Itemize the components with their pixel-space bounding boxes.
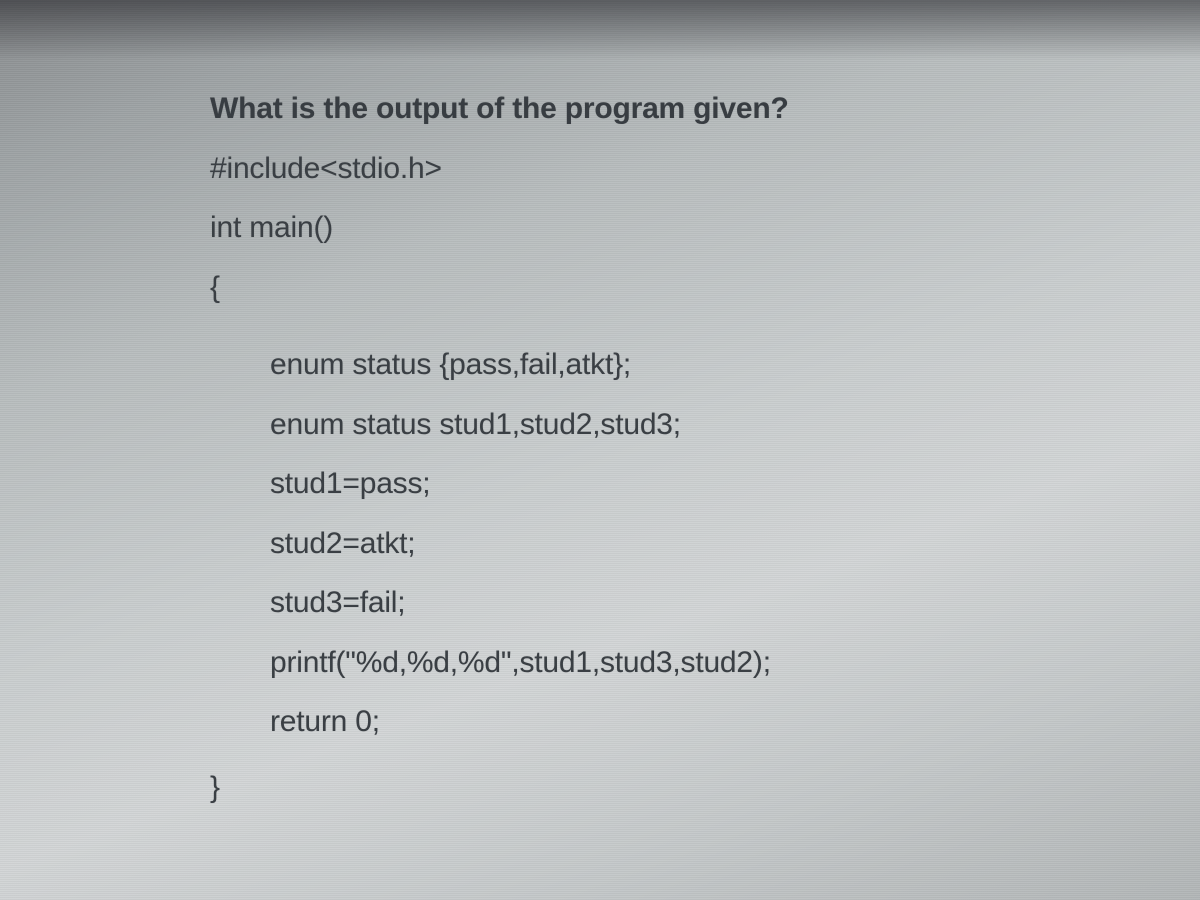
code-line-include: #include<stdio.h> [210, 150, 1200, 188]
code-line-printf: printf("%d,%d,%d",stud1,stud3,stud2); [210, 644, 1200, 682]
code-line-enum-vars: enum status stud1,stud2,stud3; [210, 406, 1200, 444]
code-line-enum-decl: enum status {pass,fail,atkt}; [210, 346, 1200, 384]
question-panel: What is the output of the program given?… [0, 0, 1200, 900]
code-line-assign-stud1: stud1=pass; [210, 465, 1200, 503]
code-line-main-signature: int main() [210, 209, 1200, 247]
blank-line [210, 328, 1200, 346]
code-line-close-brace: } [210, 769, 1200, 807]
code-line-assign-stud3: stud3=fail; [210, 584, 1200, 622]
code-line-open-brace: { [210, 269, 1200, 307]
code-line-return: return 0; [210, 703, 1200, 741]
code-line-assign-stud2: stud2=atkt; [210, 525, 1200, 563]
question-prompt: What is the output of the program given? [210, 90, 1200, 128]
